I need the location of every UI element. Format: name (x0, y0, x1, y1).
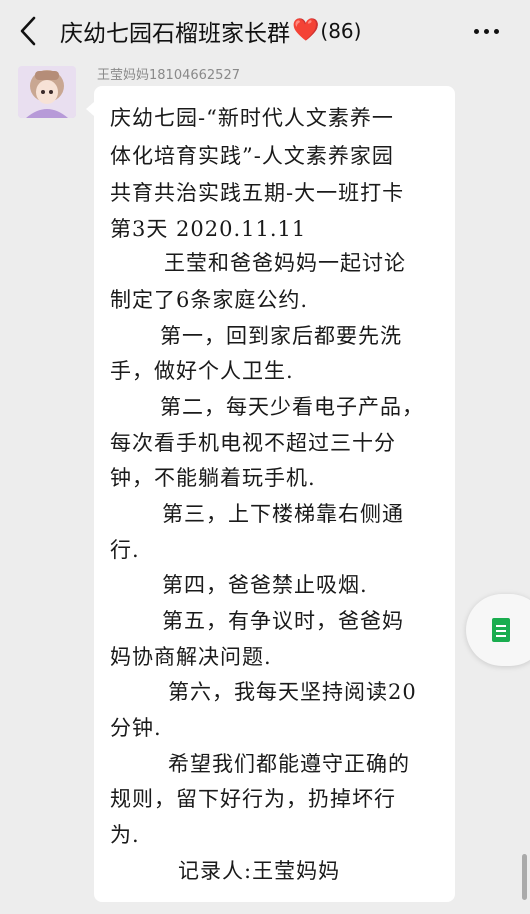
message-line: 记录人:王莹妈妈 (178, 859, 341, 883)
message-line: 庆幼七园-“新时代人文素养一 (110, 106, 394, 130)
message-bubble[interactable]: 庆幼七园-“新时代人文素养一 体化培育实践”-人文素养家园 共育共治实践五期-大… (86, 86, 455, 902)
message-line: 第3天 2020.11.11 (110, 217, 307, 241)
member-count: (86) (320, 19, 362, 43)
chevron-left-icon[interactable] (14, 12, 46, 50)
avatar[interactable] (18, 66, 76, 118)
more-horizontal-icon[interactable] (472, 20, 502, 42)
message-line: 钟，不能躺着玩手机. (110, 466, 316, 490)
avatar-image (18, 66, 76, 118)
chat-title: 庆幼七园石榴班家长群 ❤️ (86) (60, 14, 361, 48)
message-line: 第一，回到家后都要先洗 (160, 324, 402, 348)
heart-emoji: ❤️ (292, 18, 320, 43)
message-line: 第五，有争议时，爸爸妈 (162, 609, 404, 633)
message-line: 第三，上下楼梯靠右侧通 (162, 502, 404, 526)
message-line: 体化培育实践”-人文素养家园 (110, 144, 394, 168)
message-line: 第六，我每天坚持阅读20 (168, 680, 417, 704)
message-line: 每次看手机电视不超过三十分 (110, 431, 396, 455)
sender-name: 王莹妈妈18104662527 (97, 68, 240, 83)
message-line: 希望我们都能遵守正确的 (168, 752, 410, 776)
document-icon (492, 618, 510, 642)
group-name: 庆幼七园石榴班家长群 (60, 21, 290, 47)
message-line: 共育共治实践五期-大一班打卡 (110, 181, 405, 205)
message-line: 手，做好个人卫生. (110, 359, 294, 383)
message-line: 制定了6条家庭公约. (110, 288, 309, 312)
message-line: 为. (110, 823, 140, 847)
message-line: 第二，每天少看电子产品， (160, 395, 424, 419)
message-line: 分钟. (110, 716, 162, 740)
message-line: 妈协商解决问题. (110, 645, 272, 669)
scrollbar[interactable] (522, 854, 527, 900)
chat-header: 庆幼七园石榴班家长群 ❤️ (86) (0, 0, 530, 62)
message-line: 规则，留下好行为，扔掉坏行 (110, 787, 396, 811)
message-line: 王莹和爸爸妈妈一起讨论 (164, 251, 406, 275)
floating-note-button[interactable] (466, 594, 530, 666)
message-line: 行. (110, 538, 140, 562)
message-line: 第四，爸爸禁止吸烟. (162, 573, 368, 597)
